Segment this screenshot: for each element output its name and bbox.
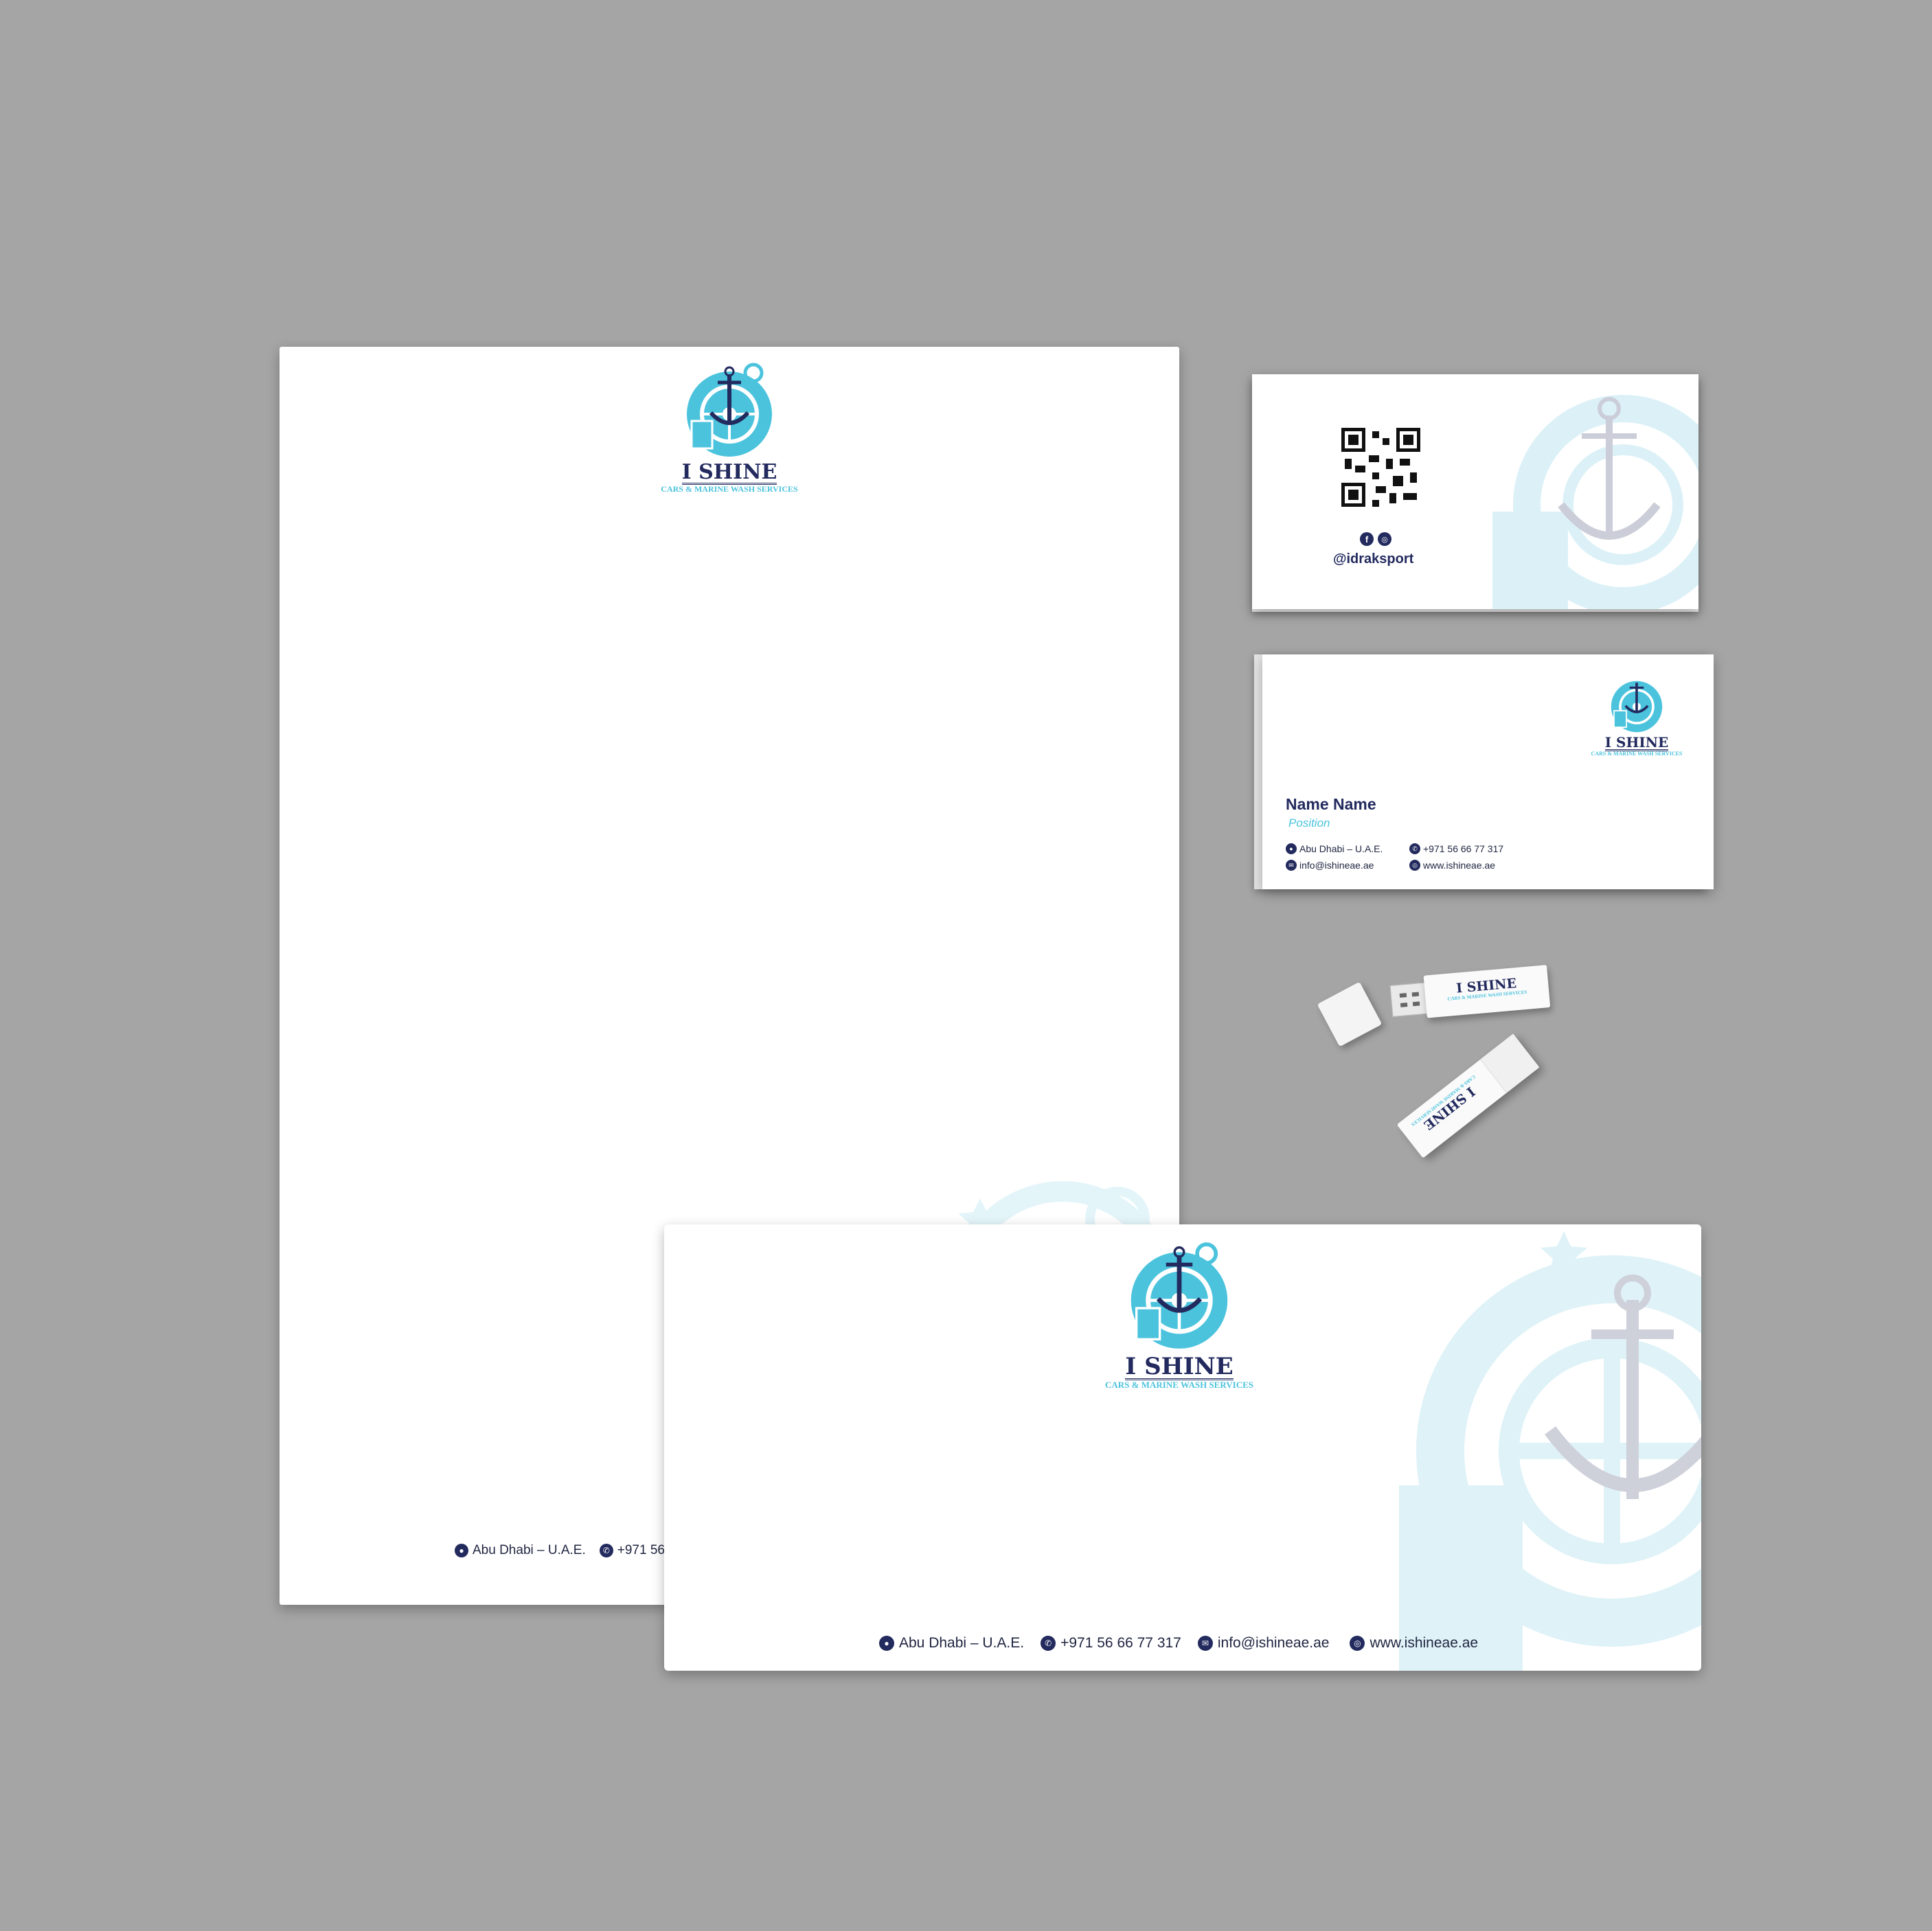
letterhead-footer: ● Abu Dhabi – U.A.E. ✆ +971 56 xyxy=(455,1543,665,1558)
anchor-wheel-logo-icon xyxy=(1130,1242,1228,1349)
card-email: info@ishineae.ae xyxy=(1299,860,1374,871)
envelope-address-item: ● Abu Dhabi – U.A.E. xyxy=(879,1635,1024,1652)
envelope-website-item: ◎ www.ishineae.ae xyxy=(1350,1635,1478,1652)
social-icons: f ◎ xyxy=(1360,532,1391,546)
letterhead-logo: I SHINE CARS & MARINE WASH SERVICES xyxy=(657,359,802,494)
card-front-brand-name: I SHINE xyxy=(1604,734,1669,751)
instagram-icon[interactable]: ◎ xyxy=(1378,532,1391,546)
card-front-position: Position xyxy=(1288,816,1330,830)
usb-cap xyxy=(1317,981,1383,1047)
qr-code-icon xyxy=(1341,428,1420,507)
card-front-contact: ● Abu Dhabi – U.A.E. ✆ +971 56 66 77 317… xyxy=(1286,843,1547,871)
phone-icon: ✆ xyxy=(1409,843,1420,854)
card-website: www.ishineae.ae xyxy=(1423,860,1496,871)
letterhead-brand-name: I SHINE xyxy=(681,460,777,485)
card-phone: +971 56 66 77 317 xyxy=(1423,843,1504,854)
envelope-logo: I SHINE CARS & MARINE WASH SERVICES xyxy=(1090,1238,1269,1390)
social-handle: @idraksport xyxy=(1333,551,1414,567)
envelope-phone-item: ✆ +971 56 66 77 317 xyxy=(1041,1635,1181,1652)
globe-icon: ◎ xyxy=(1409,860,1420,871)
envelope-footer: ● Abu Dhabi – U.A.E. ✆ +971 56 66 77 317… xyxy=(879,1635,1478,1652)
location-pin-icon: ● xyxy=(1286,843,1297,854)
location-pin-icon: ● xyxy=(879,1636,894,1651)
letterhead-address-item: ● Abu Dhabi – U.A.E. xyxy=(455,1543,586,1558)
card-email-item: ✉ info@ishineae.ae xyxy=(1286,860,1409,871)
envelope-brand-tagline: CARS & MARINE WASH SERVICES xyxy=(1104,1380,1253,1390)
phone-icon: ✆ xyxy=(599,1544,613,1557)
anchor-wheel-logo-icon xyxy=(687,363,772,457)
letterhead-phone: +971 56 xyxy=(617,1543,665,1557)
usb-drive-horizontal: I SHINE CARS & MARINE WASH SERVICES xyxy=(1389,965,1551,1021)
envelope-phone: +971 56 66 77 317 xyxy=(1060,1635,1181,1651)
card-front-name: Name Name xyxy=(1286,795,1376,813)
envelope-email: info@ishineae.ae xyxy=(1217,1635,1330,1651)
envelope-brand-name: I SHINE xyxy=(1125,1353,1234,1380)
globe-icon: ◎ xyxy=(1350,1636,1365,1651)
envelope-address: Abu Dhabi – U.A.E. xyxy=(899,1635,1025,1651)
card-front-brand-tagline: CARS & MARINE WASH SERVICES xyxy=(1591,751,1683,757)
usb-angled-brand-name: I SHINE xyxy=(1420,1083,1478,1133)
card-address: Abu Dhabi – U.A.E. xyxy=(1299,843,1383,854)
letterhead-address: Abu Dhabi – U.A.E. xyxy=(473,1543,586,1557)
card-website-item: ◎ www.ishineae.ae xyxy=(1409,860,1547,871)
business-card-back: f ◎ @idraksport xyxy=(1252,374,1698,609)
envelope-email-item: ✉ info@ishineae.ae xyxy=(1197,1635,1330,1652)
card-front-logo: I SHINE CARS & MARINE WASH SERVICES xyxy=(1585,674,1688,757)
email-icon: ✉ xyxy=(1286,860,1297,871)
card-phone-item: ✆ +971 56 66 77 317 xyxy=(1409,843,1547,854)
usb-connector xyxy=(1389,982,1430,1017)
envelope-website: www.ishineae.ae xyxy=(1370,1635,1479,1651)
letterhead-phone-item: ✆ +971 56 xyxy=(599,1543,665,1558)
usb-body: I SHINE CARS & MARINE WASH SERVICES xyxy=(1423,965,1551,1018)
usb-angled-brand-tagline: CARS & MARINE WASH SERVICES xyxy=(1410,1073,1477,1128)
facebook-icon[interactable]: f xyxy=(1360,532,1374,546)
location-pin-icon: ● xyxy=(455,1544,468,1557)
watermark-anchor-wheel-icon xyxy=(1399,1231,1701,1671)
business-card-front: I SHINE CARS & MARINE WASH SERVICES Name… xyxy=(1262,654,1714,889)
watermark-anchor-wheel-icon xyxy=(1492,395,1698,609)
email-icon: ✉ xyxy=(1197,1636,1213,1651)
letterhead-brand-tagline: CARS & MARINE WASH SERVICES xyxy=(661,484,798,494)
phone-icon: ✆ xyxy=(1041,1636,1056,1651)
card-address-item: ● Abu Dhabi – U.A.E. xyxy=(1286,843,1409,854)
usb-drive-angled: I SHINE CARS & MARINE WASH SERVICES xyxy=(1396,1033,1540,1158)
envelope-sheet: I SHINE CARS & MARINE WASH SERVICES ● Ab… xyxy=(664,1224,1701,1671)
anchor-wheel-logo-icon xyxy=(1611,681,1663,733)
